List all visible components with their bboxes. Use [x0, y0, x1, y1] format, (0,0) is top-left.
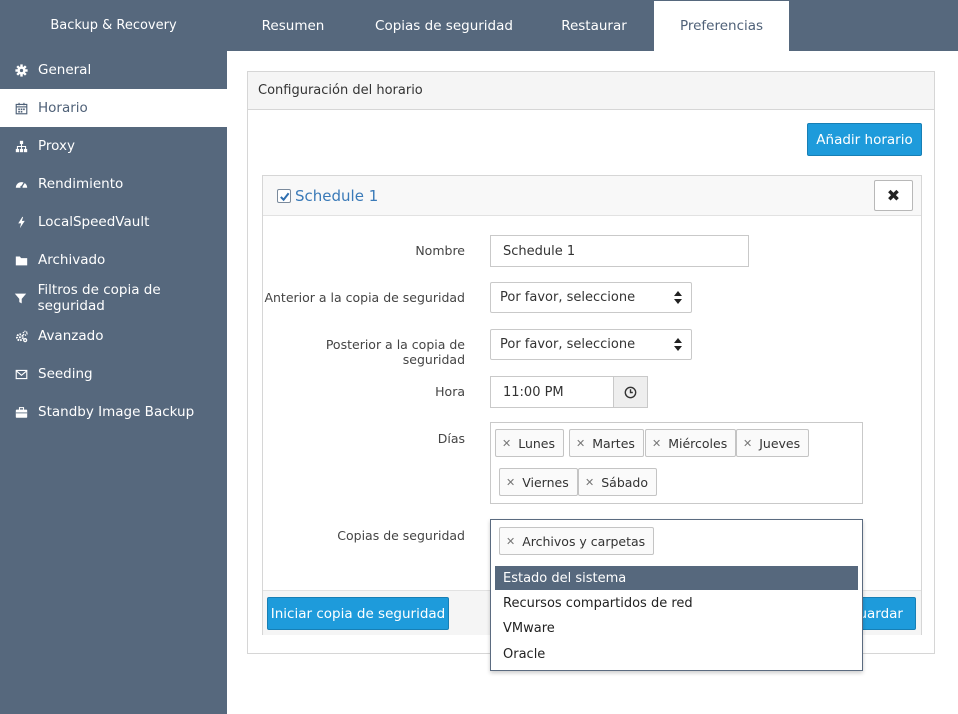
dropdown-option-recursos-compartidos[interactable]: Recursos compartidos de red: [495, 591, 858, 615]
bolt-icon: [14, 215, 28, 229]
time-label: Hora: [435, 384, 465, 399]
backup-tag-label: Archivos y carpetas: [522, 533, 646, 549]
sidebar-item-label: Standby Image Backup: [38, 404, 195, 420]
check-icon: [279, 192, 289, 201]
sidebar-item-label: Rendimiento: [38, 176, 124, 192]
tab-resumen[interactable]: Resumen: [227, 0, 359, 51]
envelope-icon: [14, 367, 28, 381]
sidebar-item-standby-image-backup[interactable]: Standby Image Backup: [0, 393, 227, 431]
sidebar-item-label: Filtros de copia de seguridad: [37, 282, 161, 314]
tab-preferencias[interactable]: Preferencias: [654, 1, 789, 51]
folder-icon: [14, 253, 28, 267]
backups-label: Copias de seguridad: [337, 528, 465, 543]
sidebar-item-label: General: [38, 62, 92, 78]
start-backup-button[interactable]: Iniciar copia de seguridad: [267, 597, 449, 630]
day-tag-label: Sábado: [601, 474, 648, 490]
sidebar-item-avanzado[interactable]: Avanzado: [0, 317, 227, 355]
remove-tag-icon[interactable]: ✕: [506, 535, 515, 548]
day-tag: ✕ Miércoles: [645, 429, 737, 457]
day-tag: ✕ Martes: [569, 429, 644, 457]
day-tag: ✕ Sábado: [578, 468, 657, 496]
sidebar-item-filtros[interactable]: Filtros de copia de seguridad: [0, 279, 227, 317]
sidebar-item-label: Avanzado: [38, 328, 104, 344]
day-tag: ✕ Viernes: [499, 468, 578, 496]
panel-title: Configuración del horario: [248, 72, 934, 110]
day-tag: ✕ Jueves: [736, 429, 810, 457]
sidebar-item-label: Horario: [38, 100, 88, 116]
select-arrows-icon: [674, 338, 682, 351]
dropdown-option-oracle[interactable]: Oracle: [495, 642, 858, 666]
sidebar-item-proxy[interactable]: Proxy: [0, 127, 227, 165]
tab-restaurar[interactable]: Restaurar: [529, 0, 659, 51]
remove-tag-icon[interactable]: ✕: [652, 437, 661, 450]
sidebar-item-label: Proxy: [38, 138, 75, 154]
before-backup-value: Por favor, seleccione: [500, 290, 636, 305]
remove-tag-icon[interactable]: ✕: [743, 437, 752, 450]
app-brand: Backup & Recovery: [50, 18, 177, 33]
sidebar-item-general[interactable]: General: [0, 51, 227, 89]
dropdown-option-estado-del-sistema[interactable]: Estado del sistema: [495, 566, 858, 590]
sidebar-item-localspeedvault[interactable]: LocalSpeedVault: [0, 203, 227, 241]
time-input[interactable]: 11:00 PM: [490, 376, 614, 408]
sitemap-icon: [14, 139, 28, 153]
delete-schedule-button[interactable]: ✖: [874, 180, 913, 211]
backup-tag: ✕ Archivos y carpetas: [499, 527, 655, 555]
sidebar-item-rendimiento[interactable]: Rendimiento: [0, 165, 227, 203]
before-backup-select[interactable]: Por favor, seleccione: [490, 282, 692, 313]
schedule-enabled-checkbox[interactable]: [277, 189, 291, 203]
sidebar-item-seeding[interactable]: Seeding: [0, 355, 227, 393]
calendar-icon: [14, 101, 28, 115]
schedule-card-header: Schedule 1 ✖: [263, 176, 921, 216]
clock-icon: [624, 386, 637, 398]
day-tag-label: Jueves: [759, 435, 801, 451]
after-backup-label: Posterior a la copia de seguridad: [325, 337, 465, 367]
backups-multiselect-dropdown[interactable]: ✕ Archivos y carpetas Estado del sistema …: [490, 519, 863, 671]
sidebar-item-horario[interactable]: Horario: [0, 89, 227, 127]
sidebar-item-label: Archivado: [38, 252, 106, 268]
add-schedule-button[interactable]: Añadir horario: [807, 123, 922, 156]
days-label: Días: [437, 431, 465, 446]
sidebar-item-label: LocalSpeedVault: [38, 214, 150, 230]
dropdown-option-vmware[interactable]: VMware: [495, 616, 858, 640]
name-label: Nombre: [415, 243, 465, 258]
select-arrows-icon: [674, 291, 682, 304]
dashboard-icon: [14, 177, 28, 191]
gear-icon: [14, 63, 28, 77]
sidebar-item-label: Seeding: [38, 366, 93, 382]
days-multiselect[interactable]: ✕ Lunes ✕ Martes ✕ Miércoles ✕ Jueves ✕ Viern…: [490, 422, 863, 504]
remove-tag-icon[interactable]: ✕: [585, 476, 594, 489]
sidebar: General Horario Proxy Rendimiento LocalS…: [0, 51, 227, 714]
after-backup-value: Por favor, seleccione: [500, 337, 636, 352]
briefcase-icon: [14, 405, 28, 419]
day-tag-label: Viernes: [522, 474, 569, 490]
day-tag-label: Martes: [592, 435, 635, 451]
day-tag: ✕ Lunes: [495, 429, 565, 457]
day-tag-label: Lunes: [518, 435, 556, 451]
remove-tag-icon[interactable]: ✕: [506, 476, 515, 489]
close-icon: ✖: [886, 186, 901, 205]
remove-tag-icon[interactable]: ✕: [502, 437, 511, 450]
day-tag-label: Miércoles: [668, 435, 728, 451]
sidebar-item-archivado[interactable]: Archivado: [0, 241, 227, 279]
before-backup-label: Anterior a la copia de seguridad: [264, 290, 465, 305]
schedule-title[interactable]: Schedule 1: [295, 187, 378, 205]
filter-icon: [14, 291, 28, 305]
tab-copias-de-seguridad[interactable]: Copias de seguridad: [359, 0, 529, 51]
remove-tag-icon[interactable]: ✕: [576, 437, 585, 450]
top-navbar: Backup & Recovery Resumen Copias de segu…: [0, 0, 958, 51]
after-backup-select[interactable]: Por favor, seleccione: [490, 329, 692, 360]
cogs-icon: [14, 329, 28, 343]
name-input[interactable]: Schedule 1: [490, 235, 749, 267]
time-picker-button[interactable]: [613, 376, 648, 408]
